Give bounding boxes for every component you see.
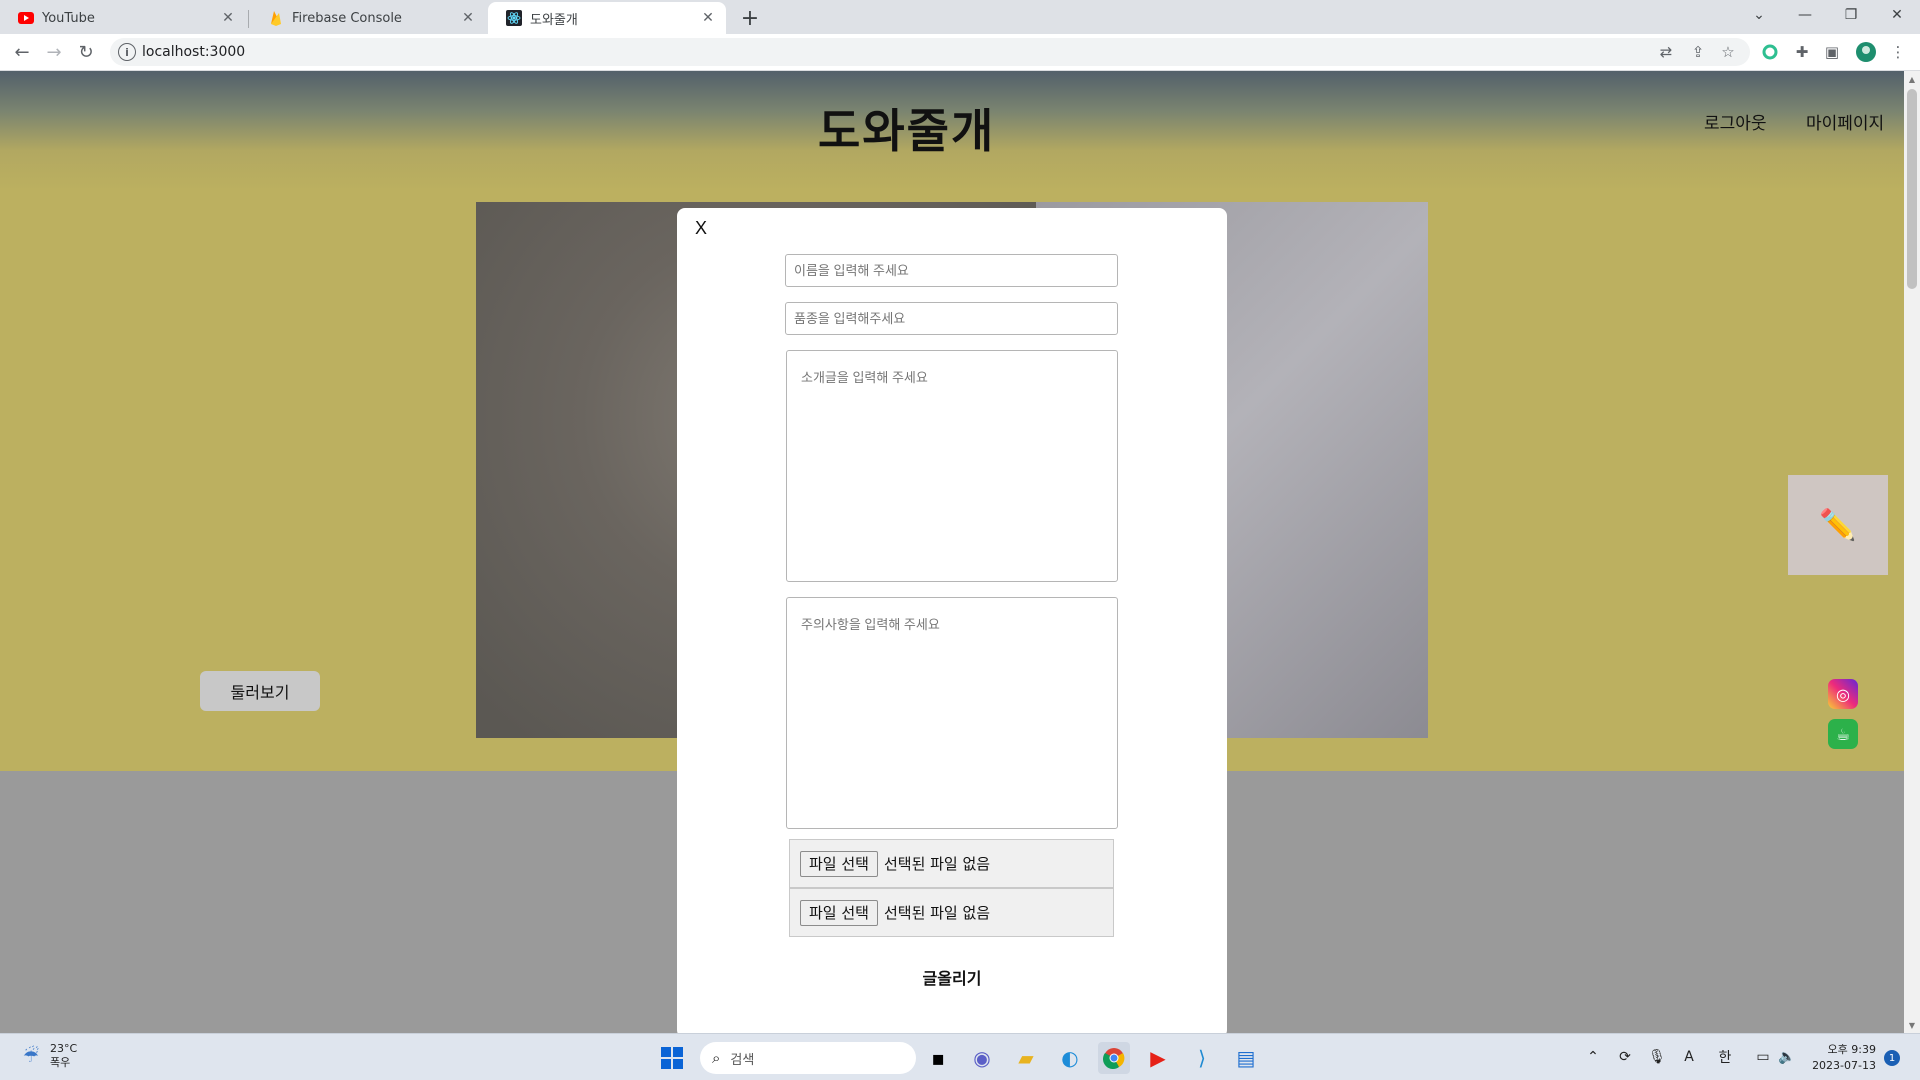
ime-language-indicator[interactable]: 한 [1714,1046,1736,1068]
weather-text: 23°C 폭우 [50,1042,77,1070]
tab-label: 도와줄개 [530,12,578,28]
url-text: localhost:3000 [142,44,246,60]
microphone-icon[interactable]: 🎙 [1646,1046,1668,1068]
tab-search-chevron-icon[interactable]: ⌄ [1736,0,1782,30]
post-modal: X 파일 선택 선택된 파일 없음 파일 선택 선택된 파일 없음 글올리기 [677,208,1227,1038]
file-input-1: 파일 선택 선택된 파일 없음 [789,839,1114,888]
close-tab-icon[interactable]: ✕ [700,10,716,26]
close-window-button[interactable]: ✕ [1874,0,1920,30]
ime-mode-icon[interactable]: A [1678,1046,1700,1068]
name-input[interactable] [785,254,1118,287]
file-explorer-icon[interactable]: ▰ [1010,1042,1042,1074]
clock-time: 오후 9:39 [1827,1043,1876,1056]
breed-input[interactable] [785,302,1118,335]
page-scrollbar[interactable]: ▲ ▼ [1904,71,1920,1033]
task-view-icon[interactable]: ▪ [922,1042,954,1074]
translate-icon[interactable]: ⇄ [1656,42,1676,62]
tray-overflow-chevron-icon[interactable]: ⌃ [1582,1046,1604,1068]
back-arrow-icon[interactable]: ← [8,38,36,66]
rain-cloud-icon: ☔ [22,1045,40,1067]
youtube-icon [18,10,34,26]
weather-widget[interactable]: ☔ 23°C 폭우 [18,1042,77,1070]
browser-tab-strip: YouTube ✕ Firebase Console ✕ 도와줄개 ✕ + ⌄ … [0,0,1920,34]
submit-post-button[interactable]: 글올리기 [907,964,997,990]
scroll-up-icon[interactable]: ▲ [1904,71,1920,87]
modal-close-button[interactable]: X [695,218,707,239]
tab-label: Firebase Console [292,10,402,26]
address-bar[interactable]: i localhost:3000 [110,38,1750,66]
bookmark-star-icon[interactable]: ☆ [1718,42,1738,62]
file-input-2: 파일 선택 선택된 파일 없음 [789,888,1114,937]
weather-temp: 23°C [50,1042,78,1055]
edge-browser-icon[interactable]: ◐ [1054,1042,1086,1074]
close-tab-icon[interactable]: ✕ [460,10,476,26]
firebase-icon [268,10,284,26]
tab-label: YouTube [42,10,95,26]
new-tab-button[interactable]: + [738,6,762,31]
taskbar-search[interactable]: ⌕ 검색 [700,1042,916,1074]
file-select-button[interactable]: 파일 선택 [800,850,878,877]
extensions-puzzle-icon[interactable]: ✚ [1792,42,1812,62]
vscode-icon[interactable]: ⟩ [1186,1042,1218,1074]
forward-arrow-icon[interactable]: → [40,38,68,66]
reload-icon[interactable]: ↻ [72,38,100,66]
react-icon [506,10,522,26]
browser-toolbar: ← → ↻ i localhost:3000 ⇄ ⇪ ☆ ✚ ▣ ⋮ [0,34,1920,71]
browser-menu-icon[interactable]: ⋮ [1888,42,1908,62]
taskbar-clock[interactable]: 오후 9:39 2023-07-13 [1804,1042,1876,1074]
windows-taskbar: ☔ 23°C 폭우 ⌕ 검색 ▪ ◉ ▰ ◐ ▶ ⟩ ▤ ⌃ ⟳ 🎙 A 한 ▭… [0,1033,1920,1080]
scroll-down-icon[interactable]: ▼ [1904,1017,1920,1033]
youtube-music-icon[interactable]: ▶ [1142,1042,1174,1074]
tab-divider [248,10,249,28]
tab-dowajulgae[interactable]: 도와줄개 ✕ [488,2,726,34]
tab-firebase[interactable]: Firebase Console ✕ [250,2,486,34]
share-icon[interactable]: ⇪ [1688,42,1708,62]
profile-avatar-icon[interactable] [1856,42,1876,62]
restore-button[interactable]: ❐ [1828,0,1874,30]
extension-app-icon[interactable] [1760,42,1780,62]
modal-overlay: X 파일 선택 선택된 파일 없음 파일 선택 선택된 파일 없음 글올리기 [0,71,1904,1038]
clock-date: 2023-07-13 [1812,1059,1876,1072]
search-icon: ⌕ [712,1049,721,1067]
caution-textarea[interactable] [786,597,1118,829]
file-status-text: 선택된 파일 없음 [883,855,991,873]
sync-icon[interactable]: ⟳ [1614,1046,1636,1068]
file-select-button[interactable]: 파일 선택 [800,899,878,926]
start-windows-icon[interactable] [656,1042,688,1074]
search-label: 검색 [730,1052,755,1068]
weather-desc: 폭우 [50,1056,71,1069]
close-tab-icon[interactable]: ✕ [220,10,236,26]
volume-icon[interactable]: 🔈 [1776,1046,1798,1068]
intro-textarea[interactable] [786,350,1118,582]
network-icon[interactable]: ▭ [1752,1046,1774,1068]
tab-youtube[interactable]: YouTube ✕ [0,2,246,34]
file-status-text: 선택된 파일 없음 [883,904,991,922]
chrome-browser-icon[interactable] [1098,1042,1130,1074]
side-panel-icon[interactable]: ▣ [1822,42,1842,62]
minimize-button[interactable]: — [1782,0,1828,30]
scroll-thumb[interactable] [1907,89,1917,289]
notepad-icon[interactable]: ▤ [1230,1042,1262,1074]
teams-chat-icon[interactable]: ◉ [966,1042,998,1074]
notification-badge[interactable]: 1 [1884,1050,1900,1066]
site-info-icon[interactable]: i [118,43,136,61]
